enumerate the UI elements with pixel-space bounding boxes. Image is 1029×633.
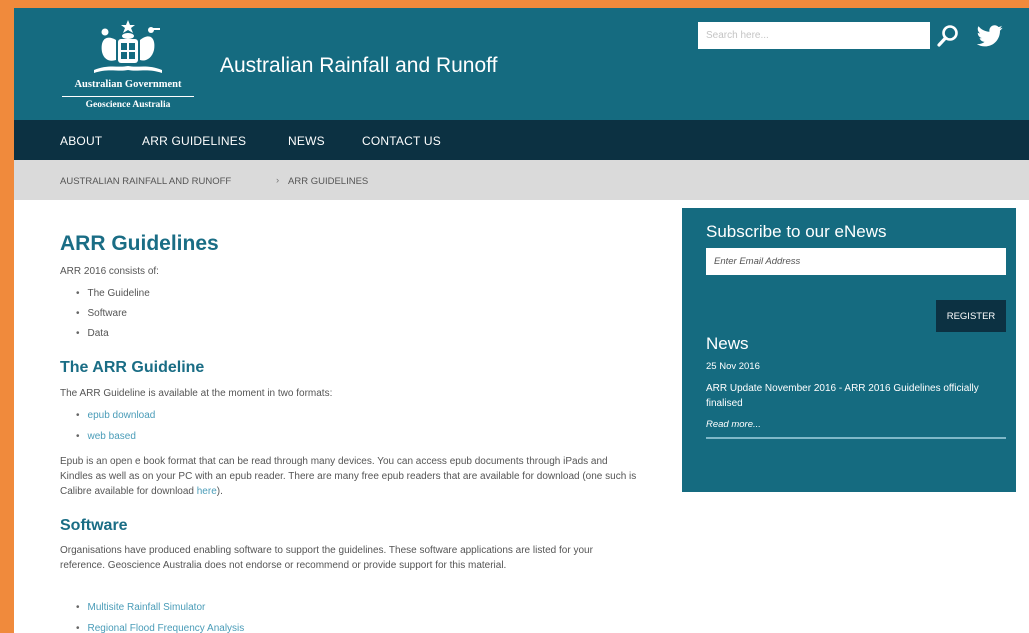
news-title: News xyxy=(706,334,749,353)
search-button[interactable] xyxy=(935,22,961,50)
epub-download-link[interactable]: epub download xyxy=(76,410,156,421)
breadcrumb-separator: › xyxy=(276,175,280,186)
nav-news[interactable]: NEWS xyxy=(288,134,325,148)
twitter-button[interactable] xyxy=(976,24,1003,48)
page-title: ARR Guidelines xyxy=(60,232,219,255)
guideline-text: The ARR Guideline is available at the mo… xyxy=(60,388,333,399)
twitter-icon xyxy=(976,25,1003,47)
site-title[interactable]: Australian Rainfall and Runoff xyxy=(220,54,497,78)
search-icon xyxy=(937,25,958,47)
breadcrumb-current[interactable]: ARR GUIDELINES xyxy=(288,176,368,187)
news-headline-link[interactable]: ARR Update November 2016 - ARR 2016 Guid… xyxy=(706,381,996,411)
main-content: ARR Guidelines ARR 2016 consists of: The… xyxy=(60,200,650,633)
epub-text: Epub is an open e book format that can b… xyxy=(60,456,637,497)
news-date: 25 Nov 2016 xyxy=(706,361,760,372)
breadcrumb-home[interactable]: AUSTRALIAN RAINFALL AND RUNOFF xyxy=(60,176,231,187)
software-text: Organisations have produced enabling sof… xyxy=(60,545,593,571)
software-link-flood-frequency[interactable]: Regional Flood Frequency Analysis xyxy=(76,623,245,633)
web-based-link[interactable]: web based xyxy=(76,431,136,442)
register-button[interactable]: REGISTER xyxy=(936,300,1006,332)
agency-name: Geoscience Australia xyxy=(85,100,171,110)
government-name: Australian Government xyxy=(74,79,182,90)
nav-arr-guidelines[interactable]: ARR GUIDELINES xyxy=(142,134,246,148)
site-header: Australian Government Geoscience Austral… xyxy=(14,8,1029,120)
epub-description: Epub is an open e book format that can b… xyxy=(60,454,640,499)
search-input[interactable] xyxy=(698,22,930,49)
subscribe-title: Subscribe to our eNews xyxy=(706,222,887,241)
nav-about[interactable]: ABOUT xyxy=(60,134,102,148)
logo-divider xyxy=(62,96,194,97)
intro-text: ARR 2016 consists of: xyxy=(60,266,159,277)
breadcrumb: AUSTRALIAN RAINFALL AND RUNOFF › ARR GUI… xyxy=(14,160,1029,200)
list-item: Software xyxy=(76,308,127,319)
sidebar: Subscribe to our eNews REGISTER News 25 … xyxy=(682,208,1016,492)
main-nav: ABOUT ARR GUIDELINES NEWS CONTACT US xyxy=(14,120,1029,160)
read-more-link[interactable]: Read more... xyxy=(706,419,761,430)
software-heading: Software xyxy=(60,517,128,534)
coat-of-arms-icon xyxy=(94,20,162,73)
epub-text-tail: ). xyxy=(216,486,223,497)
page: Australian Government Geoscience Austral… xyxy=(14,8,1029,633)
nav-contact-us[interactable]: CONTACT US xyxy=(362,134,441,148)
list-item: The Guideline xyxy=(76,288,150,299)
news-divider xyxy=(706,437,1006,439)
government-logo[interactable]: Australian Government Geoscience Austral… xyxy=(58,16,198,116)
guideline-heading: The ARR Guideline xyxy=(60,359,205,376)
list-item: Data xyxy=(76,328,109,339)
calibre-here-link[interactable]: here xyxy=(197,486,217,497)
email-field[interactable] xyxy=(706,248,1006,275)
software-link-rainfall-simulator[interactable]: Multisite Rainfall Simulator xyxy=(76,602,206,613)
